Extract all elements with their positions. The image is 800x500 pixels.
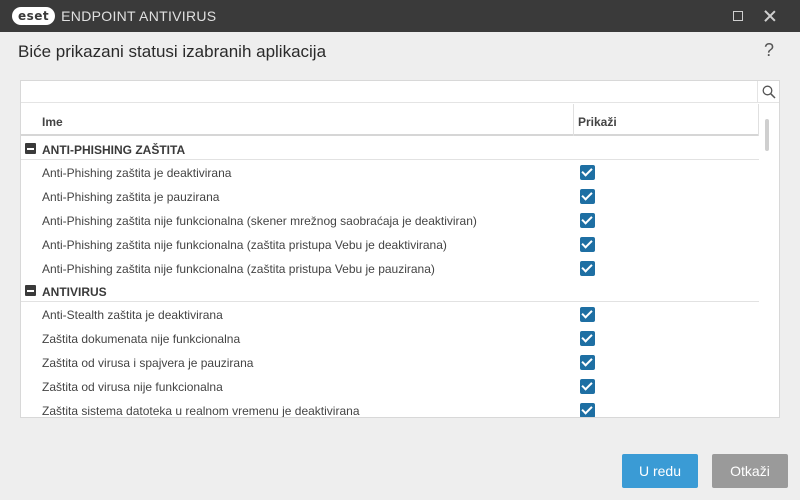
show-checkbox[interactable] xyxy=(580,331,595,346)
column-divider[interactable] xyxy=(573,104,574,136)
show-checkbox[interactable] xyxy=(580,189,595,204)
item-label: Zaštita sistema datoteka u realnom vreme… xyxy=(42,404,360,417)
item-label: Anti-Phishing zaštita nije funkcionalna … xyxy=(42,262,435,276)
close-button[interactable] xyxy=(754,0,786,32)
column-header-show[interactable]: Prikaži xyxy=(578,115,617,129)
column-header-name[interactable]: Ime xyxy=(42,115,63,129)
list-item: Zaštita od virusa i spajvera je pauziran… xyxy=(21,350,759,374)
show-checkbox[interactable] xyxy=(580,307,595,322)
list-item: Anti-Stealth zaštita je deaktivirana xyxy=(21,302,759,326)
show-checkbox[interactable] xyxy=(580,213,595,228)
show-checkbox[interactable] xyxy=(580,237,595,252)
list-item: Zaštita od virusa nije funkcionalna xyxy=(21,374,759,398)
search-icon xyxy=(762,85,776,99)
column-divider-end xyxy=(758,104,759,136)
ok-button[interactable]: U redu xyxy=(622,454,698,488)
list-item: Zaštita sistema datoteka u realnom vreme… xyxy=(21,398,759,417)
list-item: Zaštita dokumenata nije funkcionalna xyxy=(21,326,759,350)
show-checkbox[interactable] xyxy=(580,379,595,394)
item-label: Anti-Stealth zaštita je deaktivirana xyxy=(42,308,223,322)
item-label: Anti-Phishing zaštita je pauzirana xyxy=(42,190,220,204)
collapse-icon[interactable] xyxy=(25,143,36,154)
status-list: ANTI-PHISHING ZAŠTITA Anti-Phishing zašt… xyxy=(21,138,759,417)
collapse-icon[interactable] xyxy=(25,285,36,296)
applications-status-panel: Ime Prikaži ANTI-PHISHING ZAŠTITA Anti-P… xyxy=(20,80,780,418)
item-label: Zaštita od virusa i spajvera je pauziran… xyxy=(42,356,254,370)
search-button[interactable] xyxy=(757,81,779,102)
item-label: Anti-Phishing zaštita nije funkcionalna … xyxy=(42,214,477,228)
group-label: ANTI-PHISHING ZAŠTITA xyxy=(42,143,186,157)
show-checkbox[interactable] xyxy=(580,355,595,370)
list-item: Anti-Phishing zaštita nije funkcionalna … xyxy=(21,232,759,256)
cancel-button[interactable]: Otkaži xyxy=(712,454,788,488)
product-name: ENDPOINT ANTIVIRUS xyxy=(61,8,217,24)
group-row-antivirus[interactable]: ANTIVIRUS xyxy=(21,280,759,302)
dialog-title: Biće prikazani statusi izabranih aplikac… xyxy=(18,42,327,61)
item-label: Zaštita od virusa nije funkcionalna xyxy=(42,380,223,394)
search-bar xyxy=(21,81,779,103)
list-item: Anti-Phishing zaštita je pauzirana xyxy=(21,184,759,208)
show-checkbox[interactable] xyxy=(580,261,595,276)
vertical-scrollbar[interactable] xyxy=(765,119,769,151)
show-checkbox[interactable] xyxy=(580,403,595,417)
item-label: Zaštita dokumenata nije funkcionalna xyxy=(42,332,241,346)
group-row-anti-phishing[interactable]: ANTI-PHISHING ZAŠTITA xyxy=(21,138,759,160)
help-icon[interactable]: ? xyxy=(764,40,774,61)
list-item: Anti-Phishing zaštita nije funkcionalna … xyxy=(21,256,759,280)
group-label: ANTIVIRUS xyxy=(42,285,107,299)
maximize-icon xyxy=(733,11,743,21)
maximize-button[interactable] xyxy=(722,0,754,32)
title-bar: eset ENDPOINT ANTIVIRUS xyxy=(0,0,800,32)
table-header: Ime Prikaži xyxy=(21,104,759,136)
close-icon xyxy=(764,10,776,22)
search-input[interactable] xyxy=(21,81,756,102)
item-label: Anti-Phishing zaštita je deaktivirana xyxy=(42,166,232,180)
list-item: Anti-Phishing zaštita nije funkcionalna … xyxy=(21,208,759,232)
show-checkbox[interactable] xyxy=(580,165,595,180)
eset-logo: eset ENDPOINT ANTIVIRUS xyxy=(12,7,216,25)
item-label: Anti-Phishing zaštita nije funkcionalna … xyxy=(42,238,447,252)
eset-logo-badge: eset xyxy=(12,7,56,25)
list-item: Anti-Phishing zaštita je deaktivirana xyxy=(21,160,759,184)
